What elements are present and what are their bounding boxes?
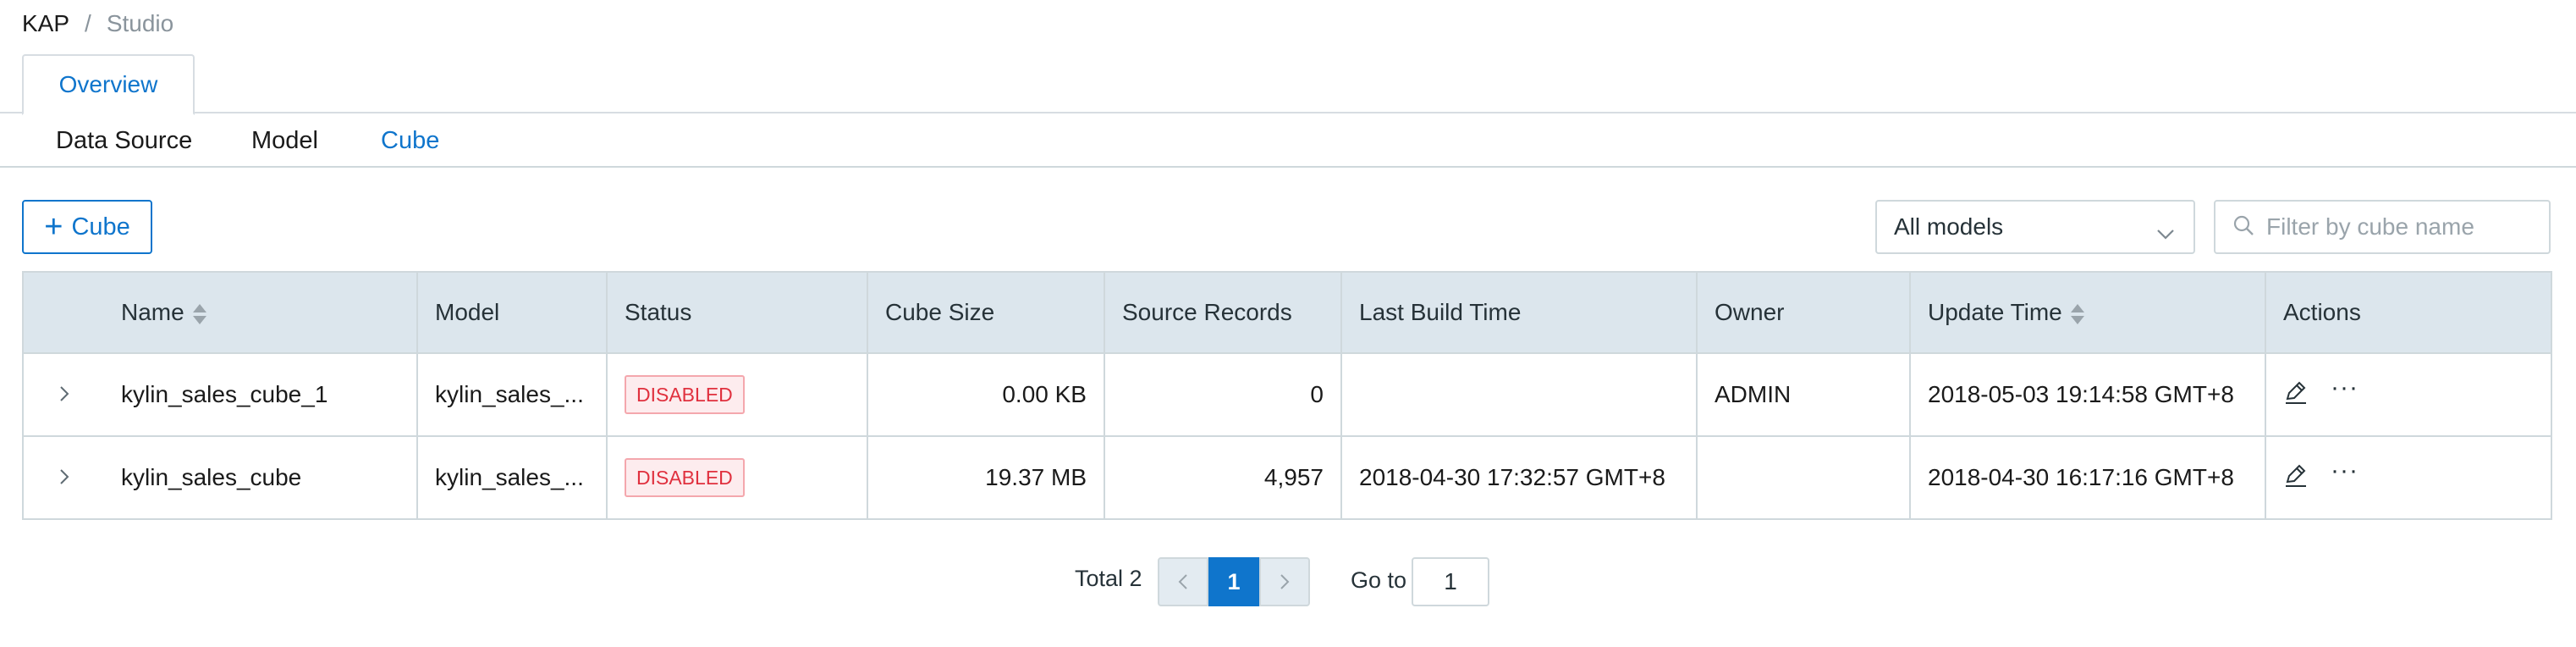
status-badge: DISABLED: [625, 458, 745, 497]
subnav-model[interactable]: Model: [251, 125, 318, 156]
search-input[interactable]: [2266, 213, 2537, 241]
column-header-source-records: Source Records: [1104, 272, 1342, 354]
chevron-left-icon: [1178, 574, 1187, 589]
expand-row-toggle[interactable]: [23, 436, 104, 520]
subnav-cube[interactable]: Cube: [381, 125, 439, 156]
column-header-name-label: Name: [121, 299, 184, 325]
more-actions-icon[interactable]: ···: [2331, 375, 2359, 401]
chevron-right-icon: [59, 386, 69, 401]
prev-page-button[interactable]: [1158, 557, 1208, 606]
chevron-down-icon: [2156, 220, 2175, 247]
cell-source-records: 0: [1104, 353, 1342, 437]
goto-page-input[interactable]: [1412, 557, 1489, 606]
next-page-button[interactable]: [1259, 557, 1310, 606]
breadcrumb: KAP / Studio: [22, 8, 173, 39]
pagination: Total 2 1 Go to: [0, 557, 2576, 606]
cell-name: kylin_sales_cube_1: [104, 353, 418, 437]
pagination-total: Total 2: [1075, 566, 1142, 591]
cell-model: kylin_sales_...: [417, 353, 608, 437]
cell-update-time: 2018-05-03 19:14:58 GMT+8: [1910, 353, 2266, 437]
cell-actions: ···: [2265, 436, 2552, 520]
column-header-actions: Actions: [2265, 272, 2552, 354]
breadcrumb-separator: /: [85, 10, 91, 36]
add-cube-label: Cube: [71, 213, 130, 241]
cell-owner: ADMIN: [1697, 353, 1911, 437]
column-header-last-build-time: Last Build Time: [1341, 272, 1698, 354]
goto-label: Go to: [1351, 567, 1407, 593]
chevron-right-icon: [1280, 574, 1290, 589]
subnav-data-source[interactable]: Data Source: [56, 125, 192, 156]
sub-navigation: Data Source Model Cube: [0, 113, 2576, 168]
cell-owner: [1697, 436, 1911, 520]
cell-cube-size: 19.37 MB: [867, 436, 1105, 520]
edit-icon[interactable]: [2283, 379, 2309, 411]
search-icon: [2232, 214, 2254, 241]
column-header-owner: Owner: [1697, 272, 1911, 354]
breadcrumb-current: Studio: [106, 10, 174, 36]
column-header-cube-size: Cube Size: [867, 272, 1105, 354]
sort-icon[interactable]: [192, 303, 206, 325]
column-header-name[interactable]: Name: [104, 272, 418, 354]
table-header-row: Name Model Status Cube Size Source Recor…: [23, 272, 2552, 354]
cell-model: kylin_sales_...: [417, 436, 608, 520]
column-header-update-time-label: Update Time: [1928, 299, 2062, 325]
sort-icon[interactable]: [2070, 303, 2084, 325]
table-row: kylin_sales_cube kylin_sales_... DISABLE…: [23, 436, 2552, 520]
cube-table: Name Model Status Cube Size Source Recor…: [22, 271, 2552, 520]
more-actions-icon[interactable]: ···: [2331, 458, 2359, 484]
cell-name: kylin_sales_cube: [104, 436, 418, 520]
edit-icon[interactable]: [2283, 462, 2309, 494]
cell-last-build-time: 2018-04-30 17:32:57 GMT+8: [1341, 436, 1698, 520]
status-badge: DISABLED: [625, 375, 745, 414]
table-row: kylin_sales_cube_1 kylin_sales_... DISAB…: [23, 353, 2552, 437]
tab-bar: Overview: [0, 54, 2576, 115]
cell-update-time: 2018-04-30 16:17:16 GMT+8: [1910, 436, 2266, 520]
chevron-right-icon: [59, 469, 69, 484]
cell-status: DISABLED: [607, 353, 868, 437]
page-number-current[interactable]: 1: [1208, 557, 1259, 606]
model-filter-value: All models: [1894, 213, 2004, 240]
breadcrumb-root[interactable]: KAP: [22, 8, 69, 39]
cell-cube-size: 0.00 KB: [867, 353, 1105, 437]
cell-actions: ···: [2265, 353, 2552, 437]
add-cube-button[interactable]: + Cube: [22, 200, 152, 254]
column-header-status: Status: [607, 272, 868, 354]
tab-overview[interactable]: Overview: [22, 54, 195, 115]
expand-row-toggle[interactable]: [23, 353, 104, 437]
expand-column-header: [23, 272, 104, 354]
cell-status: DISABLED: [607, 436, 868, 520]
cube-search-box[interactable]: [2214, 200, 2551, 254]
plus-icon: +: [44, 209, 63, 245]
cell-last-build-time: [1341, 353, 1698, 437]
model-filter-select[interactable]: All models: [1875, 200, 2195, 254]
column-header-model: Model: [417, 272, 608, 354]
column-header-update-time[interactable]: Update Time: [1910, 272, 2266, 354]
cell-source-records: 4,957: [1104, 436, 1342, 520]
